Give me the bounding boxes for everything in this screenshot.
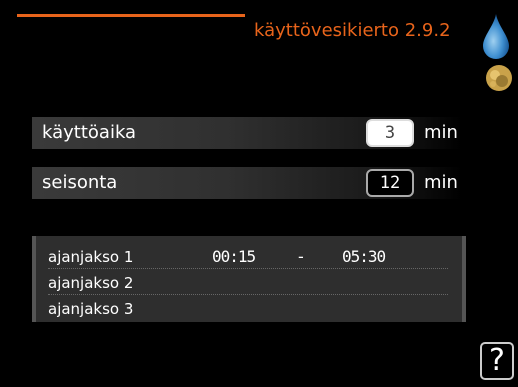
period-row-3[interactable]: ajanjakso 3 [48, 298, 448, 320]
period-end-time: 05:30 [342, 247, 386, 266]
page-title: käyttövesikierto 2.9.2 [254, 20, 451, 41]
operating-time-value[interactable]: 3 [366, 119, 414, 147]
downtime-value[interactable]: 12 [366, 169, 414, 197]
water-drop-icon [483, 14, 509, 59]
help-button[interactable]: ? [480, 342, 514, 380]
period-separator: - [298, 247, 304, 266]
setting-label: käyttöaika [42, 122, 137, 143]
setting-label: seisonta [42, 172, 118, 193]
heating-icon [486, 65, 512, 91]
unit-label: min [424, 122, 458, 143]
period-label: ajanjakso 1 [48, 248, 134, 266]
period-row-1[interactable]: ajanjakso 1 00:15 - 05:30 [48, 246, 448, 269]
period-label: ajanjakso 3 [48, 300, 134, 318]
period-list: ajanjakso 1 00:15 - 05:30 ajanjakso 2 aj… [32, 236, 466, 322]
setting-row-operating-time[interactable]: käyttöaika 3 min [32, 117, 462, 149]
header-accent-line [17, 14, 245, 17]
period-start-time: 00:15 [212, 247, 256, 266]
period-row-2[interactable]: ajanjakso 2 [48, 272, 448, 295]
period-label: ajanjakso 2 [48, 274, 134, 292]
setting-row-downtime[interactable]: seisonta 12 min [32, 167, 462, 199]
unit-label: min [424, 172, 458, 193]
